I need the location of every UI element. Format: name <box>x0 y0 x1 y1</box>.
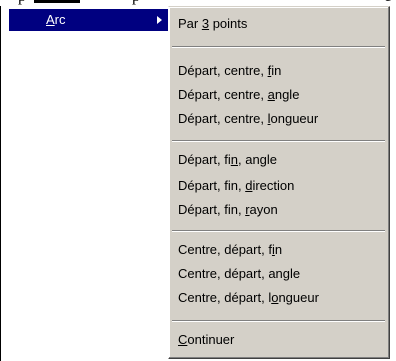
parent-menu: Arc <box>0 6 169 361</box>
screen: p p c Arc Par 3 points Départ, centre, f… <box>0 0 396 361</box>
menu-item-depart-centre-fin[interactable]: Départ, centre, fin <box>178 60 281 82</box>
menu-item-par-3-points[interactable]: Par 3 points <box>178 13 247 35</box>
menu-item-depart-fin-rayon[interactable]: Départ, fin, rayon <box>178 199 278 221</box>
mnemonic: A <box>46 12 55 27</box>
menu-item-centre-depart-longueur[interactable]: Centre, départ, longueur <box>178 287 319 309</box>
menu-item-centre-depart-fin[interactable]: Centre, départ, fin <box>178 239 282 261</box>
menu-separator <box>172 140 385 142</box>
arc-submenu: Par 3 points Départ, centre, fin Départ,… <box>168 6 390 359</box>
menu-separator <box>172 230 385 232</box>
menu-item-centre-depart-angle[interactable]: Centre, départ, angle <box>178 263 300 285</box>
menu-item-arc-label: Arc <box>46 9 66 31</box>
submenu-arrow-icon <box>157 16 162 24</box>
menu-item-depart-centre-longueur[interactable]: Départ, centre, longueur <box>178 108 318 130</box>
menu-item-depart-fin-direction[interactable]: Départ, fin, direction <box>178 175 294 197</box>
cropped-dark-bar <box>34 0 80 3</box>
label-rest: rc <box>54 12 66 27</box>
menu-item-arc[interactable]: Arc <box>9 9 169 31</box>
menu-separator <box>172 320 385 322</box>
menu-item-depart-fin-angle[interactable]: Départ, fin, angle <box>178 149 277 171</box>
menu-item-continuer[interactable]: Continuer <box>178 329 234 351</box>
menu-item-depart-centre-angle[interactable]: Départ, centre, angle <box>178 84 299 106</box>
menu-separator <box>172 46 385 48</box>
